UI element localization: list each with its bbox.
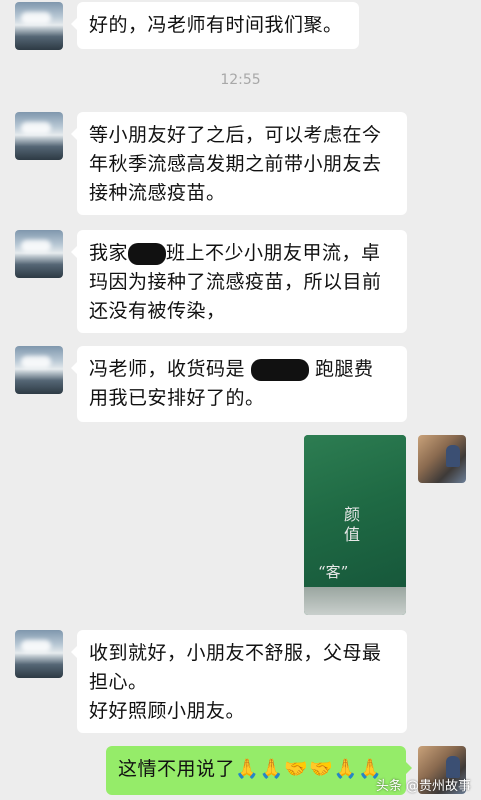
contact-avatar[interactable]: [15, 346, 63, 394]
photo-caption-quote: “客”: [318, 563, 349, 581]
contact-avatar[interactable]: [15, 2, 63, 50]
redaction-mark: [251, 358, 310, 381]
message-text-line: 等小朋友好了之后，可以考虑在今: [89, 124, 382, 146]
message-text-line: 还没有被传染，: [89, 300, 226, 322]
message-text-line: 接种流感疫苗。: [89, 182, 226, 204]
my-avatar[interactable]: [418, 435, 466, 483]
message-text: 班上不少小朋友甲流，卓: [166, 242, 381, 264]
message-text: 跑腿费: [315, 358, 374, 380]
contact-avatar[interactable]: [15, 112, 63, 160]
photo-caption-vertical: 颜值: [343, 505, 360, 544]
timestamp: 12:55: [220, 72, 261, 88]
message-text-line: 担心。: [89, 671, 148, 693]
outgoing-message-bubble[interactable]: 这情不用说了🙏🙏🤝🤝🙏🙏: [106, 746, 412, 795]
contact-avatar[interactable]: [15, 630, 63, 678]
message-text-line: 好好照顾小朋友。: [89, 700, 246, 722]
message-text-line: 用我已安排好了的。: [89, 387, 265, 409]
watermark: 头条 @贵州故事: [375, 779, 471, 794]
redaction-mark: [128, 242, 167, 265]
message-text: 好的，冯老师有时间我们聚。: [89, 14, 343, 36]
message-bubble[interactable]: 好的，冯老师有时间我们聚。: [71, 2, 359, 49]
message-text-line: 这情不用说了🙏🙏🤝🤝🙏🙏: [118, 755, 394, 784]
message-bubble[interactable]: 冯老师，收货码是 跑腿费 用我已安排好了的。: [71, 346, 407, 422]
photo-message[interactable]: 颜值 “客”: [304, 435, 406, 615]
message-text: 这情不用说了: [118, 758, 236, 780]
message-text: 冯老师，收货码是: [89, 358, 246, 380]
message-bubble[interactable]: 我家 班上不少小朋友甲流，卓 玛因为接种了流感疫苗，所以目前 还没有被传染，: [71, 230, 407, 333]
message-text-line: 冯老师，收货码是 跑腿费: [89, 355, 395, 384]
message-text-line: 年秋季流感高发期之前带小朋友去: [89, 153, 382, 175]
contact-avatar[interactable]: [15, 230, 63, 278]
emoji-sequence: 🙏🙏🤝🤝🙏🙏: [235, 758, 383, 780]
message-text: 我家: [89, 242, 129, 264]
message-text-line: 我家 班上不少小朋友甲流，卓: [89, 239, 395, 268]
message-bubble[interactable]: 收到就好，小朋友不舒服，父母最 担心。 好好照顾小朋友。: [71, 630, 407, 733]
message-text-line: 玛因为接种了流感疫苗，所以目前: [89, 271, 382, 293]
message-bubble[interactable]: 等小朋友好了之后，可以考虑在今 年秋季流感高发期之前带小朋友去 接种流感疫苗。: [71, 112, 407, 215]
message-text-line: 收到就好，小朋友不舒服，父母最: [89, 642, 382, 664]
photo-floor: [304, 587, 406, 615]
